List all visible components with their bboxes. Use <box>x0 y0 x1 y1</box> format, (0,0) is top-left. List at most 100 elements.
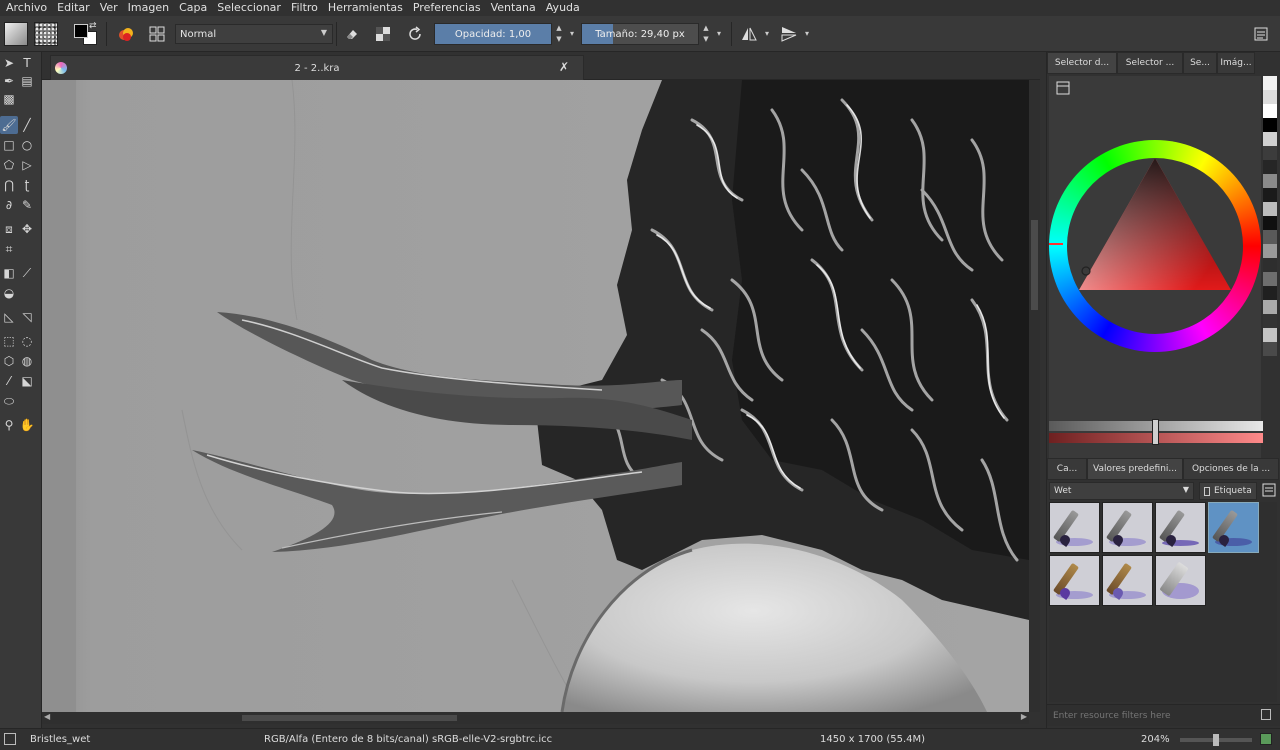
freehand-selection-icon[interactable]: ◍ <box>18 352 36 370</box>
reload-preset-icon[interactable] <box>403 22 427 46</box>
transform-tool-icon[interactable]: ⧈ <box>0 220 18 238</box>
tab-tool-options[interactable]: Opciones de la ... <box>1183 458 1279 480</box>
scroll-right-icon[interactable]: ▶ <box>1021 712 1027 721</box>
text-tool-icon[interactable]: T <box>18 54 36 72</box>
toolbar-settings-icon[interactable] <box>1249 22 1273 46</box>
zoom-tool-icon[interactable]: ⚲ <box>0 416 18 434</box>
mirror-vertical-icon[interactable] <box>777 22 801 46</box>
mirror-horizontal-chevron-icon[interactable]: ▾ <box>761 23 773 45</box>
palette-swatch[interactable] <box>1263 230 1277 244</box>
size-slider[interactable]: Tamaño: 29,40 px <box>581 23 699 45</box>
canvas-horizontal-scrollbar[interactable]: ◀ ▶ <box>42 712 1029 724</box>
menu-item-capa[interactable]: Capa <box>173 1 211 15</box>
dynamic-brush-tool-icon[interactable]: ∂ <box>0 196 18 214</box>
color-slider-handle[interactable] <box>1152 419 1159 445</box>
color-picker-tool-icon[interactable]: ⟋ <box>18 264 36 282</box>
fit-page-icon[interactable] <box>1260 733 1272 745</box>
scroll-left-icon[interactable]: ◀ <box>44 712 50 721</box>
palette-swatch[interactable] <box>1263 90 1277 104</box>
eraser-mode-icon[interactable] <box>340 22 364 46</box>
opacity-slider[interactable]: Opacidad: 1,00 <box>434 23 552 45</box>
color-history-palette[interactable] <box>1263 76 1277 376</box>
document-tab[interactable]: 2 - 2..kra ✗ <box>50 55 584 80</box>
tab-brush-presets[interactable]: Valores predefini... <box>1087 458 1183 480</box>
edit-shapes-tool-icon[interactable]: ▤ <box>18 72 36 90</box>
menu-item-imagen[interactable]: Imagen <box>122 1 173 15</box>
rectangle-tool-icon[interactable]: □ <box>0 136 18 154</box>
menu-item-ayuda[interactable]: Ayuda <box>540 1 584 15</box>
preset-view-settings-icon[interactable] <box>1261 482 1279 500</box>
tag-button[interactable]: Etiqueta <box>1199 482 1257 500</box>
zoom-slider[interactable] <box>1180 734 1252 746</box>
vertical-scroll-thumb[interactable] <box>1031 220 1038 310</box>
preset-tag-filter-select[interactable]: Wet ▼ <box>1049 482 1194 500</box>
magic-wand-icon[interactable]: ⁄ <box>0 372 18 390</box>
multibrush-tool-icon[interactable]: ✎ <box>18 196 36 214</box>
save-filter-icon[interactable] <box>1261 709 1271 720</box>
select-shapes-tool-icon[interactable]: ➤ <box>0 54 18 72</box>
brush-preset-wet-5[interactable] <box>1049 555 1100 606</box>
palette-swatch[interactable] <box>1263 160 1277 174</box>
opacity-options-chevron-icon[interactable]: ▾ <box>566 23 578 45</box>
palette-swatch[interactable] <box>1263 216 1277 230</box>
freehand-brush-tool-icon[interactable]: 🖌 <box>0 116 18 134</box>
palette-swatch[interactable] <box>1263 272 1277 286</box>
canvas[interactable] <box>42 80 1029 712</box>
brush-preview-icon[interactable] <box>4 733 16 745</box>
palette-swatch[interactable] <box>1263 188 1277 202</box>
workspace-chooser-icon[interactable] <box>145 22 169 46</box>
menu-item-herramientas[interactable]: Herramientas <box>322 1 407 15</box>
menu-item-seleccionar[interactable]: Seleccionar <box>211 1 285 15</box>
close-document-icon[interactable]: ✗ <box>559 60 569 74</box>
palette-swatch[interactable] <box>1263 328 1277 342</box>
tab-se[interactable]: Se... <box>1183 52 1217 74</box>
palette-swatch[interactable] <box>1263 118 1277 132</box>
gradient-tool-icon[interactable]: ◧ <box>0 264 18 282</box>
assistant-tool-icon[interactable]: ◺ <box>0 308 18 326</box>
move-tool-icon[interactable]: ✥ <box>18 220 36 238</box>
measure-tool-icon[interactable]: ◹ <box>18 308 36 326</box>
ellipse-tool-icon[interactable]: ○ <box>18 136 36 154</box>
opacity-stepper[interactable]: ▲ ▼ <box>553 23 565 45</box>
brush-preset-wet-3[interactable] <box>1155 502 1206 553</box>
palette-swatch[interactable] <box>1263 202 1277 216</box>
pattern-selector[interactable] <box>34 22 58 46</box>
palette-swatch[interactable] <box>1263 146 1277 160</box>
horizontal-scroll-thumb[interactable] <box>242 715 457 721</box>
palette-swatch[interactable] <box>1263 174 1277 188</box>
freehand-path-tool-icon[interactable]: ʈ <box>18 176 36 194</box>
tab-selector-color-1[interactable]: Selector d... <box>1047 52 1117 74</box>
menu-item-preferencias[interactable]: Preferencias <box>407 1 485 15</box>
polygonal-selection-icon[interactable]: ⬡ <box>0 352 18 370</box>
brush-preset-wet-6[interactable] <box>1102 555 1153 606</box>
bezier-selection-icon[interactable]: ⬭ <box>0 392 18 410</box>
brush-preset-bristles-wet[interactable] <box>1208 502 1259 553</box>
bezier-tool-icon[interactable]: ⋂ <box>0 176 18 194</box>
similar-color-selection-icon[interactable]: ⬕ <box>18 372 36 390</box>
tab-images[interactable]: Imág... <box>1217 52 1255 74</box>
menu-item-editar[interactable]: Editar <box>51 1 94 15</box>
palette-swatch[interactable] <box>1263 258 1277 272</box>
pan-tool-icon[interactable]: ✋ <box>18 416 36 434</box>
palette-swatch[interactable] <box>1263 300 1277 314</box>
pattern-tool-icon[interactable]: ▩ <box>0 90 18 108</box>
menu-item-filtro[interactable]: Filtro <box>285 1 322 15</box>
palette-swatch[interactable] <box>1263 244 1277 258</box>
menu-item-ver[interactable]: Ver <box>94 1 122 15</box>
palette-swatch[interactable] <box>1263 342 1277 356</box>
brush-preset-wet-7[interactable] <box>1155 555 1206 606</box>
elliptical-selection-icon[interactable]: ◌ <box>18 332 36 350</box>
palette-swatch[interactable] <box>1263 286 1277 300</box>
palette-swatch[interactable] <box>1263 104 1277 118</box>
polygon-tool-icon[interactable]: ⬠ <box>0 156 18 174</box>
calligraphy-tool-icon[interactable]: ✒ <box>0 72 18 90</box>
foreground-color-swatch[interactable] <box>74 24 88 38</box>
brush-presets-icon[interactable] <box>114 22 138 46</box>
hue-wheel-triangle[interactable] <box>1049 140 1261 356</box>
blend-mode-select[interactable]: Normal ▼ <box>175 24 333 44</box>
canvas-vertical-scrollbar[interactable] <box>1029 80 1040 712</box>
menu-item-ventana[interactable]: Ventana <box>485 1 540 15</box>
brush-preset-wet-1[interactable] <box>1049 502 1100 553</box>
size-stepper[interactable]: ▲ ▼ <box>700 23 712 45</box>
size-options-chevron-icon[interactable]: ▾ <box>713 23 725 45</box>
